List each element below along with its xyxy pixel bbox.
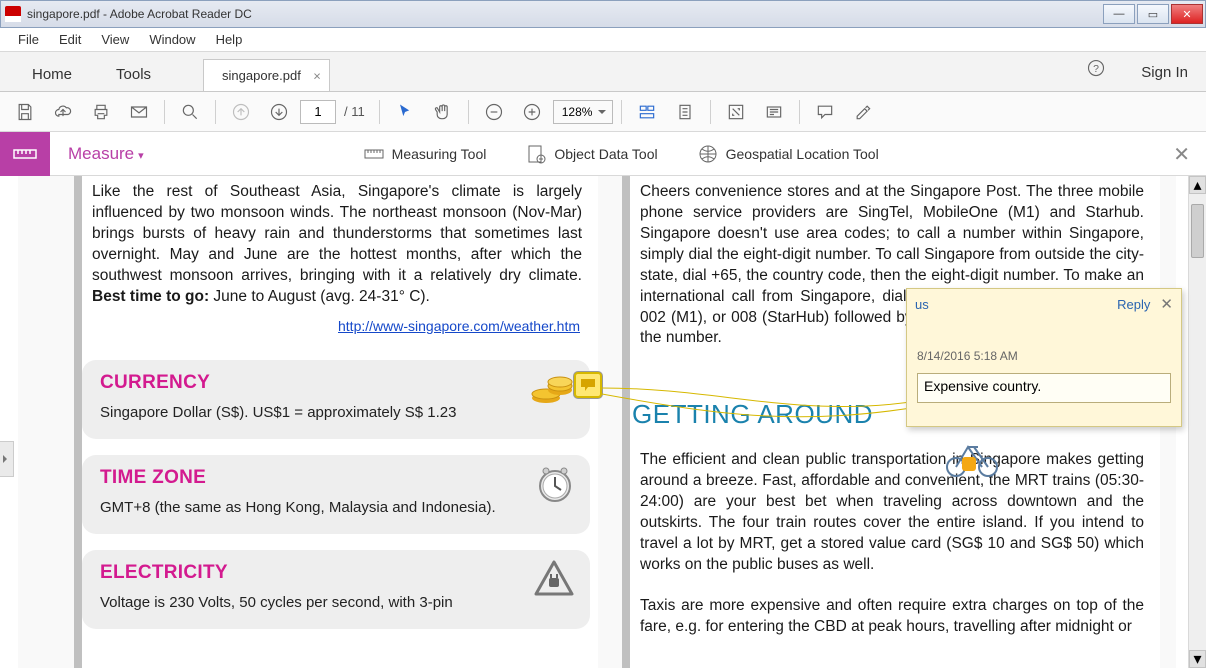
measure-bar: Measure ▾ Measuring Tool Object Data Tool… [0,132,1206,176]
zoom-level-select[interactable]: 128% [553,100,614,124]
electricity-card: ELECTRICITY Voltage is 230 Volts, 50 cyc… [82,550,590,629]
tab-close-icon[interactable]: × [313,68,321,83]
tab-document[interactable]: singapore.pdf × [203,59,330,91]
maximize-button[interactable]: ▭ [1137,4,1169,24]
comment-close-icon[interactable]: ✕ [1160,295,1173,313]
electricity-heading: ELECTRICITY [100,562,572,584]
comment-textarea[interactable]: Expensive country. [917,373,1171,403]
save-icon[interactable] [8,95,42,129]
next-page-icon[interactable] [262,95,296,129]
help-icon[interactable]: ? [1069,49,1123,91]
electricity-text: Voltage is 230 Volts, 50 cycles per seco… [100,594,572,611]
measure-panel-icon[interactable] [0,132,50,176]
hand-tool-icon[interactable] [426,95,460,129]
measure-title[interactable]: Measure ▾ [68,144,144,164]
divider [622,176,630,668]
menu-view[interactable]: View [91,30,139,49]
highlight-icon[interactable] [846,95,880,129]
scroll-up-button[interactable]: ▴ [1189,176,1206,194]
scroll-down-button[interactable]: ▾ [1189,650,1206,668]
vertical-scrollbar[interactable]: ▴ ▾ [1188,176,1206,668]
comment-reply-link[interactable]: Reply [1117,297,1150,312]
measure-title-label: Measure [68,144,134,163]
zoom-in-icon[interactable] [515,95,549,129]
comment-popup[interactable]: us Reply ✕ 8/14/2016 5:18 AM Expensive c… [906,288,1182,427]
object-data-tool-button[interactable]: Object Data Tool [526,144,657,164]
comment-date: 8/14/2016 5:18 AM [907,319,1181,373]
close-button[interactable]: ✕ [1171,4,1203,24]
tab-tools[interactable]: Tools [94,56,173,91]
svg-text:?: ? [1093,63,1099,75]
search-icon[interactable] [173,95,207,129]
currency-text: Singapore Dollar (S$). US$1 = approximat… [100,404,572,421]
main-toolbar: / 11 128% [0,92,1206,132]
scroll-thumb[interactable] [1191,204,1204,258]
document-view[interactable]: Like the rest of Southeast Asia, Singapo… [0,176,1206,668]
window-titlebar: singapore.pdf - Adobe Acrobat Reader DC … [0,0,1206,28]
geospatial-tool-button[interactable]: Geospatial Location Tool [698,144,879,164]
nav-pane-toggle[interactable] [0,441,14,477]
menu-bar: File Edit View Window Help [0,28,1206,52]
best-time-value: June to August (avg. 24-31° C). [209,288,430,305]
plug-icon [532,558,576,603]
sign-in-link[interactable]: Sign In [1123,54,1206,91]
climate-text: Like the rest of Southeast Asia, Singapo… [92,183,582,284]
tab-document-label: singapore.pdf [222,68,301,83]
coins-icon [530,368,576,411]
window-title: singapore.pdf - Adobe Acrobat Reader DC [27,7,1101,21]
selection-tool-icon[interactable] [388,95,422,129]
sticky-note-icon[interactable] [574,372,602,398]
zoom-level-label: 128% [562,105,593,119]
zoom-out-icon[interactable] [477,95,511,129]
currency-heading: CURRENCY [100,372,572,394]
measure-close-icon[interactable]: ✕ [1173,142,1190,167]
divider [74,176,82,668]
page-number-input[interactable] [300,100,336,124]
fullscreen-icon[interactable] [719,95,753,129]
fit-width-icon[interactable] [630,95,664,129]
comment-author: us [915,297,1117,312]
menu-window[interactable]: Window [139,30,205,49]
email-icon[interactable] [122,95,156,129]
minimize-button[interactable]: — [1103,4,1135,24]
timezone-card: TIME ZONE GMT+8 (the same as Hong Kong, … [82,455,590,534]
object-data-tool-label: Object Data Tool [554,146,657,162]
clock-icon [534,463,576,510]
cloud-icon[interactable] [46,95,80,129]
climate-paragraph: Like the rest of Southeast Asia, Singapo… [82,176,598,314]
getting-p1: The efficient and clean public transport… [630,444,1160,582]
timezone-heading: TIME ZONE [100,467,572,489]
currency-card: CURRENCY Singapore Dollar (S$). US$1 = a… [82,360,590,439]
menu-edit[interactable]: Edit [49,30,91,49]
chevron-down-icon: ▾ [138,150,144,162]
measuring-tool-label: Measuring Tool [392,146,487,162]
timezone-text: GMT+8 (the same as Hong Kong, Malaysia a… [100,499,572,516]
read-mode-icon[interactable] [757,95,791,129]
menu-file[interactable]: File [8,30,49,49]
page-total-label: / 11 [344,104,365,119]
best-time-label: Best time to go: [92,288,209,305]
weather-link[interactable]: http://www-singapore.com/weather.htm [82,314,598,344]
tab-row: Home Tools singapore.pdf × ? Sign In [0,52,1206,92]
geospatial-tool-label: Geospatial Location Tool [726,146,879,162]
app-icon [5,6,21,22]
getting-p2: Taxis are more expensive and often requi… [630,582,1160,644]
fit-page-icon[interactable] [668,95,702,129]
bike-icon [944,433,1000,477]
comment-icon[interactable] [808,95,842,129]
tab-home[interactable]: Home [10,56,94,91]
prev-page-icon[interactable] [224,95,258,129]
menu-help[interactable]: Help [206,30,253,49]
measuring-tool-button[interactable]: Measuring Tool [364,146,487,162]
print-icon[interactable] [84,95,118,129]
